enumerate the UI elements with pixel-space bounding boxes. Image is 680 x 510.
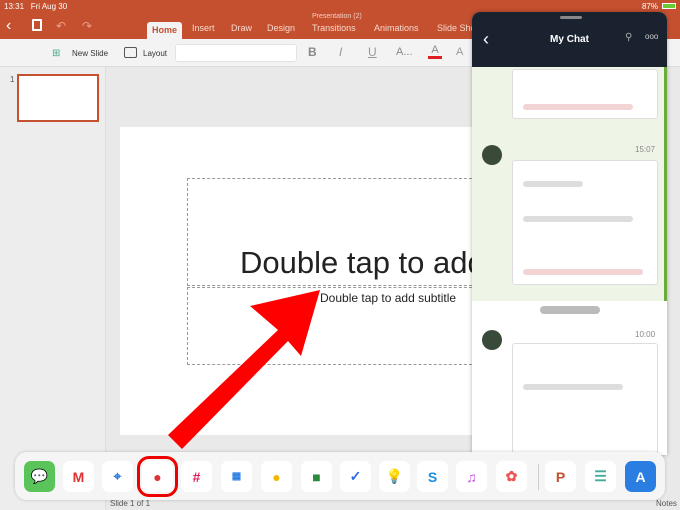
annotation-arrow bbox=[168, 290, 320, 449]
red-arrow bbox=[168, 290, 320, 449]
